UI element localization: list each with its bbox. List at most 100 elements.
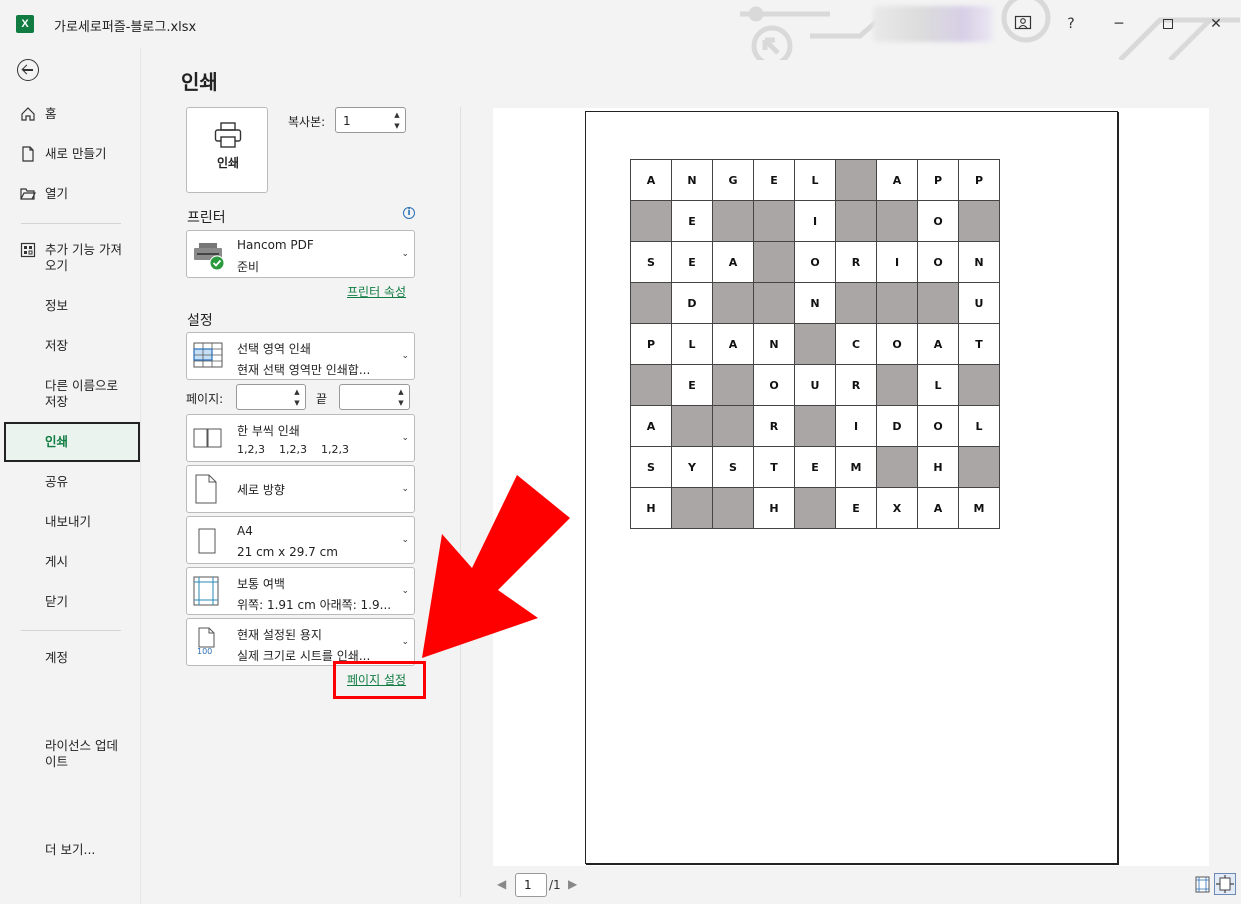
copies-input[interactable]: 1 ▲ ▼ <box>335 107 406 133</box>
nav-close[interactable]: 닫기 <box>4 594 140 610</box>
grid-letter-cell: L <box>917 364 959 406</box>
grid-letter-cell: G <box>712 159 754 201</box>
collate-desc: 1,2,3 1,2,3 1,2,3 <box>237 443 349 456</box>
nav-export[interactable]: 내보내기 <box>4 514 140 530</box>
show-margins-icon[interactable] <box>1195 876 1210 893</box>
grid-row: A RIDOL <box>630 405 1000 447</box>
scaling-dropdown[interactable]: 100 현재 설정된 용지 실제 크기로 시트를 인쇄... ⌄ <box>186 618 415 666</box>
printer-properties-link[interactable]: 프린터 속성 <box>347 283 406 300</box>
zoom-page-icon <box>1216 875 1234 893</box>
scaling-100-text: 100 <box>197 647 213 656</box>
nav-license-update[interactable]: 라이선스 업데 이트 <box>4 738 140 772</box>
grid-letter-cell: T <box>958 323 1000 365</box>
pages-to-label: 끝 <box>316 392 328 406</box>
nav-open[interactable]: 열기 <box>4 186 140 202</box>
grid-letter-cell: E <box>671 200 713 242</box>
spin-up-icon[interactable]: ▲ <box>396 387 406 397</box>
printer-icon <box>194 243 225 271</box>
zoom-to-page-button[interactable] <box>1214 873 1236 895</box>
home-icon <box>20 106 36 122</box>
spin-down-icon[interactable]: ▼ <box>396 398 406 408</box>
printer-status: 준비 <box>237 260 260 274</box>
back-arrow-icon[interactable] <box>17 59 39 81</box>
help-button[interactable]: ? <box>1056 10 1086 38</box>
pages-from-label: 페이지: <box>186 392 224 406</box>
feedback-icon[interactable] <box>1008 10 1038 38</box>
nav-home[interactable]: 홈 <box>4 106 140 122</box>
spin-up-icon[interactable]: ▲ <box>392 110 402 120</box>
title-bar: X 가로세로퍼즐-블로그.xlsx ? ─ ✕ <box>0 0 1241 60</box>
print-button-label: 인쇄 <box>216 156 240 170</box>
printer-dropdown[interactable]: Hancom PDF 준비 ⌄ <box>186 230 415 278</box>
nav-publish[interactable]: 게시 <box>4 554 140 570</box>
spin-up-icon[interactable]: ▲ <box>292 387 302 397</box>
print-area-desc: 현재 선택 영역만 인쇄합... <box>237 363 371 377</box>
grid-blocked-cell <box>876 364 918 406</box>
nav-publish-label: 게시 <box>45 554 69 569</box>
nav-more[interactable]: 더 보기... <box>4 842 140 858</box>
minimize-button[interactable]: ─ <box>1104 10 1134 38</box>
maximize-button[interactable] <box>1153 10 1183 38</box>
nav-print[interactable]: 인쇄 <box>4 422 140 462</box>
grid-letter-cell: A <box>712 241 754 283</box>
nav-share[interactable]: 공유 <box>4 474 140 490</box>
nav-get-addins[interactable]: 추가 기능 가져 오기 <box>4 242 140 276</box>
grid-letter-cell: U <box>794 364 836 406</box>
margins-dropdown[interactable]: 보통 여백 위쪽: 1.91 cm 아래쪽: 1.9... ⌄ <box>186 567 415 615</box>
nav-license-label-2: 이트 <box>45 754 69 769</box>
grid-letter-cell: H <box>630 487 672 529</box>
nav-new[interactable]: 새로 만들기 <box>4 146 140 162</box>
spin-down-icon[interactable]: ▼ <box>292 398 302 408</box>
nav-account-label: 계정 <box>45 650 69 665</box>
grid-blocked-cell <box>958 200 1000 242</box>
grid-letter-cell: P <box>917 159 959 201</box>
grid-letter-cell: R <box>835 364 877 406</box>
collate-pages-icon <box>193 428 222 448</box>
account-avatar-blurred[interactable] <box>873 6 993 42</box>
margins-icon <box>193 576 219 606</box>
grid-letter-cell: Y <box>671 446 713 488</box>
annotation-arrow <box>422 475 570 658</box>
scaling-page-icon <box>198 627 215 648</box>
grid-blocked-cell <box>712 200 754 242</box>
grid-letter-cell: N <box>794 282 836 324</box>
next-page-icon[interactable]: ▶ <box>568 877 577 891</box>
grid-letter-cell: A <box>630 405 672 447</box>
grid-letter-cell: R <box>835 241 877 283</box>
pages-from-input[interactable]: ▲ ▼ <box>236 384 306 410</box>
nav-open-label: 열기 <box>45 186 69 201</box>
nav-export-label: 내보내기 <box>45 514 92 529</box>
orientation-dropdown[interactable]: 세로 방향 ⌄ <box>186 465 415 513</box>
grid-letter-cell: E <box>835 487 877 529</box>
pages-to-input[interactable]: ▲ ▼ <box>339 384 410 410</box>
nav-save-as-label-1: 다른 이름으로 <box>45 378 118 393</box>
close-button[interactable]: ✕ <box>1201 10 1231 38</box>
paper-size-dropdown[interactable]: A4 21 cm x 29.7 cm ⌄ <box>186 516 415 564</box>
print-button[interactable]: 인쇄 <box>186 107 268 193</box>
nav-save[interactable]: 저장 <box>4 338 140 354</box>
print-area-dropdown[interactable]: 선택 영역 인쇄 현재 선택 영역만 인쇄합... ⌄ <box>186 332 415 380</box>
nav-account[interactable]: 계정 <box>4 650 140 666</box>
current-page-input[interactable]: 1 <box>515 873 547 897</box>
nav-get-addins-label-2: 오기 <box>45 258 69 273</box>
margins-title: 보통 여백 <box>237 577 285 591</box>
nav-info[interactable]: 정보 <box>4 298 140 314</box>
previous-page-icon[interactable]: ◀ <box>497 877 506 891</box>
print-area-title: 선택 영역 인쇄 <box>237 342 311 356</box>
spin-down-icon[interactable]: ▼ <box>392 121 402 131</box>
grid-letter-cell: I <box>835 405 877 447</box>
grid-letter-cell: S <box>630 446 672 488</box>
collate-dropdown[interactable]: 한 부씩 인쇄 1,2,3 1,2,3 1,2,3 ⌄ <box>186 414 415 462</box>
folder-open-icon <box>20 186 36 202</box>
grid-letter-cell: L <box>671 323 713 365</box>
grid-letter-cell: N <box>958 241 1000 283</box>
paper-size-title: A4 <box>237 524 253 538</box>
grid-letter-cell: A <box>630 159 672 201</box>
info-icon[interactable]: i <box>403 207 415 219</box>
grid-blocked-cell <box>712 282 754 324</box>
nav-home-label: 홈 <box>45 106 57 121</box>
nav-info-label: 정보 <box>45 298 69 313</box>
grid-row: SEAORION <box>630 241 1000 283</box>
nav-save-as[interactable]: 다른 이름으로 저장 <box>4 378 140 412</box>
grid-blocked-cell <box>712 364 754 406</box>
